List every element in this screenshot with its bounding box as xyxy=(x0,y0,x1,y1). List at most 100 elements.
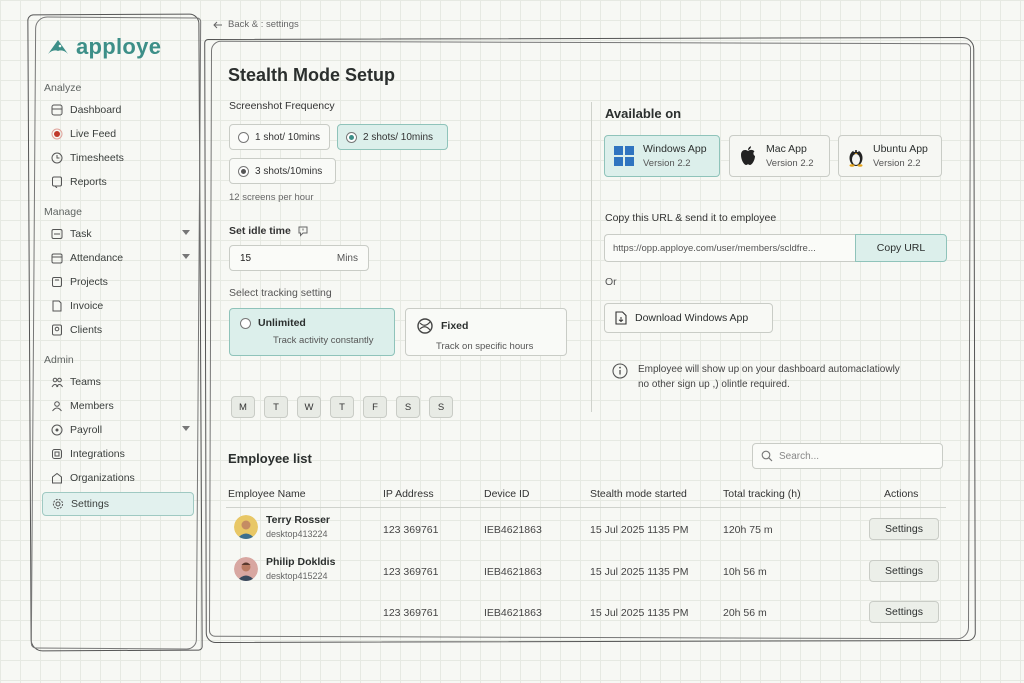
column-header-total: Total tracking (h) xyxy=(723,488,801,500)
app-version: Version 2.2 xyxy=(873,158,921,169)
avatar xyxy=(234,514,258,539)
sidebar-item-label: Attendance xyxy=(70,252,124,264)
frequency-option-label: 2 shots/ 10mins xyxy=(363,131,434,143)
windows-app-card[interactable]: Windows App Version 2.2 xyxy=(604,135,720,177)
page-title: Stealth Mode Setup xyxy=(228,65,396,85)
copy-url-button[interactable]: Copy URL xyxy=(855,234,947,262)
search-icon xyxy=(761,450,773,462)
sidebar-item-integrations[interactable]: Integrations xyxy=(38,442,198,466)
sidebar-item-dashboard[interactable]: Dashboard xyxy=(38,98,198,122)
sidebar-item-settings[interactable]: Settings xyxy=(42,492,194,516)
day-saturday[interactable]: S xyxy=(396,396,420,418)
breadcrumb[interactable]: Back & : settings xyxy=(213,19,299,30)
tracking-option-desc: Track on specific hours xyxy=(436,341,534,352)
chevron-down-icon[interactable] xyxy=(182,426,190,431)
ip-cell: 123 369761 xyxy=(383,566,439,578)
sidebar-item-clients[interactable]: Clients xyxy=(38,318,198,342)
apple-icon xyxy=(741,146,755,165)
payroll-icon xyxy=(50,423,64,437)
day-sunday[interactable]: S xyxy=(429,396,453,418)
row-settings-button[interactable]: Settings xyxy=(869,601,939,623)
clients-icon xyxy=(50,323,64,337)
sidebar-item-invoice[interactable]: Invoice xyxy=(38,294,198,318)
nav-section-admin: Admin xyxy=(44,354,74,366)
employee-cell: Terry Rosser desktop413224 xyxy=(234,514,330,539)
url-row: https://opp.apploye.com/user/members/scl… xyxy=(604,234,947,262)
day-thursday[interactable]: T xyxy=(330,396,354,418)
tracking-option-title: Unlimited xyxy=(258,317,306,329)
sidebar-item-organizations[interactable]: Organizations xyxy=(38,466,198,490)
started-cell: 15 Jul 2025 1135 PM xyxy=(590,607,689,619)
logo-bird-icon xyxy=(48,40,68,54)
nav-section-manage: Manage xyxy=(44,206,82,218)
sidebar-item-payroll[interactable]: Payroll xyxy=(38,418,198,442)
device-id-cell: IEB4621863 xyxy=(484,524,542,536)
day-wednesday[interactable]: W xyxy=(297,396,321,418)
attendance-icon xyxy=(50,251,64,265)
sidebar-item-teams[interactable]: Teams xyxy=(38,370,198,394)
row-settings-button[interactable]: Settings xyxy=(869,518,939,540)
app-version: Version 2.2 xyxy=(643,158,691,169)
employee-search-input[interactable]: Search... xyxy=(752,443,943,469)
file-download-icon xyxy=(615,311,627,325)
radio-icon xyxy=(238,165,249,177)
reports-icon xyxy=(50,175,64,189)
chevron-down-icon[interactable] xyxy=(182,230,190,235)
frequency-option-label: 1 shot/ 10mins xyxy=(255,131,321,143)
tracking-label: Select tracking setting xyxy=(229,287,332,299)
download-windows-app-button[interactable]: Download Windows App xyxy=(604,303,773,333)
table-row: Terry Rosser desktop413224 123 369761 IEB… xyxy=(226,510,946,550)
windows-icon xyxy=(614,146,634,166)
sidebar-item-label: Invoice xyxy=(70,300,104,312)
sidebar-item-label: Clients xyxy=(70,324,103,336)
day-tuesday[interactable]: T xyxy=(264,396,288,418)
dashboard-icon xyxy=(50,103,64,117)
app-name: Mac App xyxy=(766,143,807,155)
tracking-option-fixed[interactable]: Fixed Track on specific hours xyxy=(405,308,567,356)
frequency-label: Screenshot Frequency xyxy=(229,100,335,112)
sidebar-item-live-feed[interactable]: Live Feed xyxy=(38,122,198,146)
frequency-option-3[interactable]: 3 shots/10mins xyxy=(229,158,336,184)
info-bubble-icon[interactable] xyxy=(297,225,309,237)
settings-icon xyxy=(51,497,65,511)
sidebar-item-attendance[interactable]: Attendance xyxy=(38,246,198,270)
idle-label: Set idle time xyxy=(229,225,291,237)
row-settings-button[interactable]: Settings xyxy=(869,560,939,582)
idle-time-input[interactable]: 15 Mins xyxy=(229,245,369,271)
sidebar-item-label: Organizations xyxy=(70,472,135,484)
sidebar: apploye Analyze Dashboard Live Feed Time… xyxy=(38,20,198,640)
sidebar-item-members[interactable]: Members xyxy=(38,394,198,418)
idle-value: 15 xyxy=(240,252,252,264)
day-friday[interactable]: F xyxy=(363,396,387,418)
table-row: Philip Dokldis desktop415224 123 369761 I… xyxy=(226,552,946,592)
logo[interactable]: apploye xyxy=(38,20,198,70)
sidebar-item-timesheets[interactable]: Timesheets xyxy=(38,146,198,170)
day-monday[interactable]: M xyxy=(231,396,255,418)
frequency-option-1[interactable]: 1 shot/ 10mins xyxy=(229,124,330,150)
info-line-1: Employee will show up on your dashboard … xyxy=(638,364,900,375)
download-button-label: Download Windows App xyxy=(635,312,749,324)
tracking-option-unlimited[interactable]: Unlimited Track activity constantly xyxy=(229,308,395,356)
radio-selected-icon xyxy=(346,131,357,143)
nav-section-analyze: Analyze xyxy=(44,82,82,94)
employee-device: desktop415224 xyxy=(266,571,328,581)
ip-cell: 123 369761 xyxy=(383,524,439,536)
employee-device: desktop413224 xyxy=(266,529,328,539)
app-name: Windows App xyxy=(643,143,707,155)
total-cell: 20h 56 m xyxy=(723,607,767,619)
live-feed-icon xyxy=(50,127,64,141)
frequency-option-2[interactable]: 2 shots/ 10mins xyxy=(337,124,448,150)
weekday-selector: M T W T F S S xyxy=(231,396,453,418)
total-cell: 10h 56 m xyxy=(723,566,767,578)
sidebar-item-label: Payroll xyxy=(70,424,103,436)
sidebar-item-label: Task xyxy=(70,228,92,240)
mac-app-card[interactable]: Mac App Version 2.2 xyxy=(729,135,830,177)
chevron-down-icon[interactable] xyxy=(182,254,190,259)
sidebar-item-projects[interactable]: Projects xyxy=(38,270,198,294)
ubuntu-app-card[interactable]: Ubuntu App Version 2.2 xyxy=(838,135,942,177)
sidebar-item-task[interactable]: Task xyxy=(38,222,198,246)
sidebar-item-label: Integrations xyxy=(70,448,125,460)
scribble-radio-icon xyxy=(417,318,433,334)
employee-url-field[interactable]: https://opp.apploye.com/user/members/scl… xyxy=(604,234,855,262)
sidebar-item-reports[interactable]: Reports xyxy=(38,170,198,194)
